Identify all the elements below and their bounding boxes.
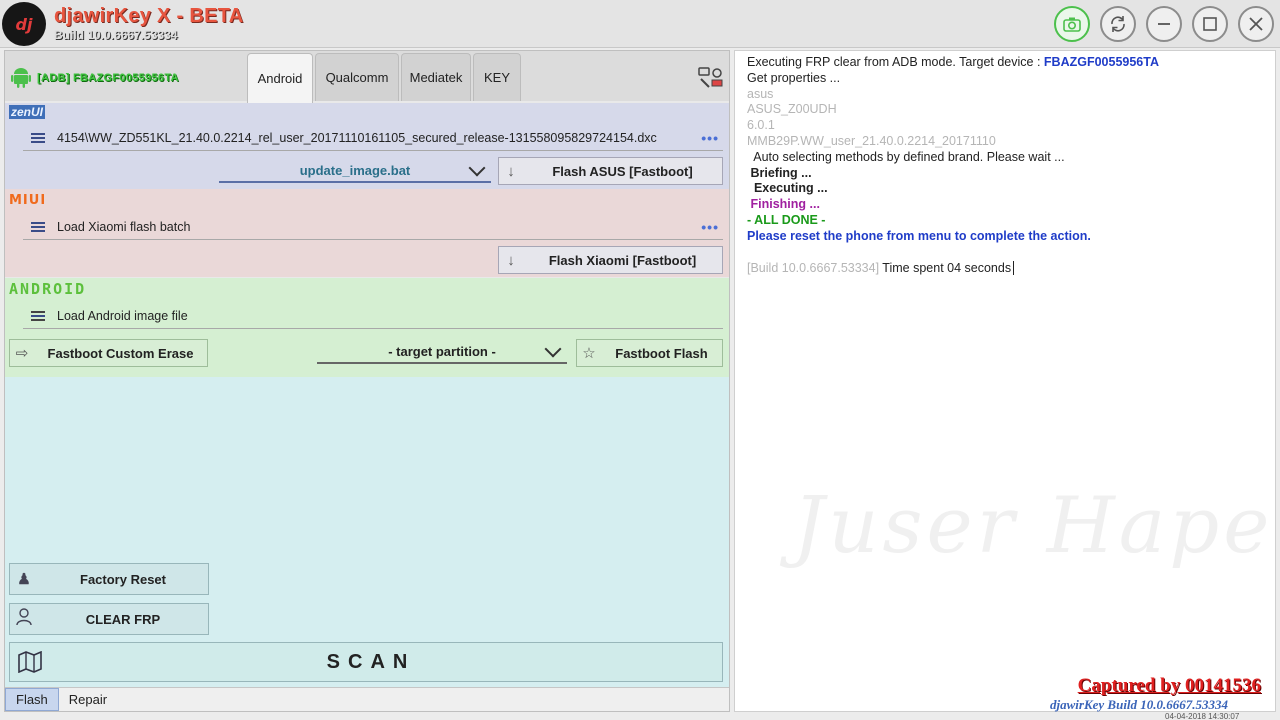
tab-flash[interactable]: Flash xyxy=(5,688,59,711)
log-line: Briefing ... xyxy=(747,165,812,180)
log-line: Executing FRP clear from ADB mode. Targe… xyxy=(747,55,1159,69)
zenui-script-value: update_image.bat xyxy=(299,162,411,178)
app-logo: dj xyxy=(2,2,46,46)
log-line: Finishing ... xyxy=(747,197,820,212)
fastboot-flash-button[interactable]: ☆ Fastboot Flash xyxy=(576,339,723,367)
android-section: ANDROID Load Android image file ⇨ Fastbo… xyxy=(5,278,729,377)
tab-mediatek[interactable]: Mediatek xyxy=(401,53,471,101)
zenui-script-select[interactable]: update_image.bat xyxy=(219,159,491,183)
scan-button[interactable]: SCAN xyxy=(9,642,723,682)
text-cursor xyxy=(1013,260,1018,275)
log-device-id: FBAZGF0055956TA xyxy=(1043,55,1159,69)
user-icon xyxy=(10,608,38,630)
target-partition-value: - target partition - xyxy=(388,343,496,359)
footer-date: 04-04-2018 14:30:07 xyxy=(1165,712,1240,720)
log-panel[interactable]: Juser Hape Executing FRP clear from ADB … xyxy=(734,50,1276,712)
tab-repair[interactable]: Repair xyxy=(59,688,117,711)
refresh-icon[interactable] xyxy=(1100,6,1136,42)
zenui-file-row[interactable]: 4154\WW_ZD551KL_21.40.0.2214_rel_user_20… xyxy=(23,125,723,151)
user-reset-icon: ♟ xyxy=(17,571,31,588)
miui-browse-button[interactable]: ••• xyxy=(701,219,719,235)
camera-icon[interactable] xyxy=(1054,6,1090,42)
minimize-icon[interactable] xyxy=(1146,6,1182,42)
zenui-browse-button[interactable]: ••• xyxy=(701,130,719,146)
factory-reset-button[interactable]: ♟ Factory Reset xyxy=(9,563,209,595)
menu-icon xyxy=(31,132,45,143)
log-line: Auto selecting methods by defined brand.… xyxy=(747,149,1065,164)
app-build-label: Build 10.0.6667.53334 xyxy=(54,28,178,42)
log-line: asus xyxy=(747,86,774,101)
log-line: Please reset the phone from menu to comp… xyxy=(747,228,1091,243)
android-label: ANDROID xyxy=(9,280,87,298)
log-line: MMB29P.WW_user_21.40.0.2214_20171110 xyxy=(747,133,996,148)
zenui-file-path: 4154\WW_ZD551KL_21.40.0.2214_rel_user_20… xyxy=(57,130,657,145)
actions-area xyxy=(5,377,729,687)
log-footer: [Build 10.0.6667.53334] Time spent 04 se… xyxy=(747,260,1272,277)
star-icon: ☆ xyxy=(582,345,596,362)
zenui-label: zenUI xyxy=(9,105,46,119)
bottom-tab-bar: Flash Repair xyxy=(5,687,729,711)
log-line: 6.0.1 xyxy=(747,118,775,133)
tools-icon[interactable] xyxy=(697,65,725,89)
app-title: djawirKey X - BETA xyxy=(54,5,244,27)
tab-qualcomm[interactable]: Qualcomm xyxy=(315,53,399,101)
menu-icon xyxy=(31,221,45,232)
download-icon: ↓ xyxy=(507,251,515,269)
device-bar: [ADB] FBAZGF0055956TA Android Qualcomm M… xyxy=(5,51,729,103)
android-file-row[interactable]: Load Android image file xyxy=(23,303,723,329)
fastboot-custom-erase-button[interactable]: ⇨ Fastboot Custom Erase xyxy=(9,339,208,367)
menu-icon xyxy=(31,310,45,321)
miui-label: MIUI xyxy=(9,193,47,208)
title-bar: dj djawirKey X - BETA Build 10.0.6667.53… xyxy=(0,0,1280,48)
log-output: Executing FRP clear from ADB mode. Targe… xyxy=(747,55,1272,276)
chevron-down-icon xyxy=(544,340,562,358)
tab-key[interactable]: KEY xyxy=(473,53,521,101)
android-file-path: Load Android image file xyxy=(57,308,188,323)
exit-icon: ⇨ xyxy=(15,345,29,362)
tab-android[interactable]: Android xyxy=(247,53,313,103)
android-icon xyxy=(11,68,31,88)
miui-file-row[interactable]: Load Xiaomi flash batch ••• xyxy=(23,214,723,240)
clear-frp-button[interactable]: CLEAR FRP xyxy=(9,603,209,635)
log-line: Get properties ... xyxy=(747,70,841,85)
miui-file-path: Load Xiaomi flash batch xyxy=(57,219,191,234)
device-id-label: [ADB] FBAZGF0055956TA xyxy=(37,72,179,84)
download-icon: ↓ xyxy=(507,162,515,180)
flash-asus-button[interactable]: ↓ Flash ASUS [Fastboot] xyxy=(498,157,723,185)
map-icon xyxy=(10,651,50,673)
left-panel: [ADB] FBAZGF0055956TA Android Qualcomm M… xyxy=(4,50,730,712)
log-line: - ALL DONE - xyxy=(747,212,826,227)
log-line: Executing ... xyxy=(747,181,828,196)
close-icon[interactable] xyxy=(1238,6,1274,42)
captured-label: Captured by 00141536 xyxy=(1077,675,1261,696)
target-partition-select[interactable]: - target partition - xyxy=(317,340,567,364)
log-line: ASUS_Z00UDH xyxy=(747,102,837,117)
watermark: Juser Hape xyxy=(793,481,1274,571)
chevron-down-icon xyxy=(468,159,486,177)
maximize-icon[interactable] xyxy=(1192,6,1228,42)
flash-xiaomi-button[interactable]: ↓ Flash Xiaomi [Fastboot] xyxy=(498,246,723,274)
footer-build-label: djawirKey Build 10.0.6667.53334 xyxy=(1050,697,1229,712)
miui-section: MIUI Load Xiaomi flash batch ••• ↓ Flash… xyxy=(5,189,729,277)
